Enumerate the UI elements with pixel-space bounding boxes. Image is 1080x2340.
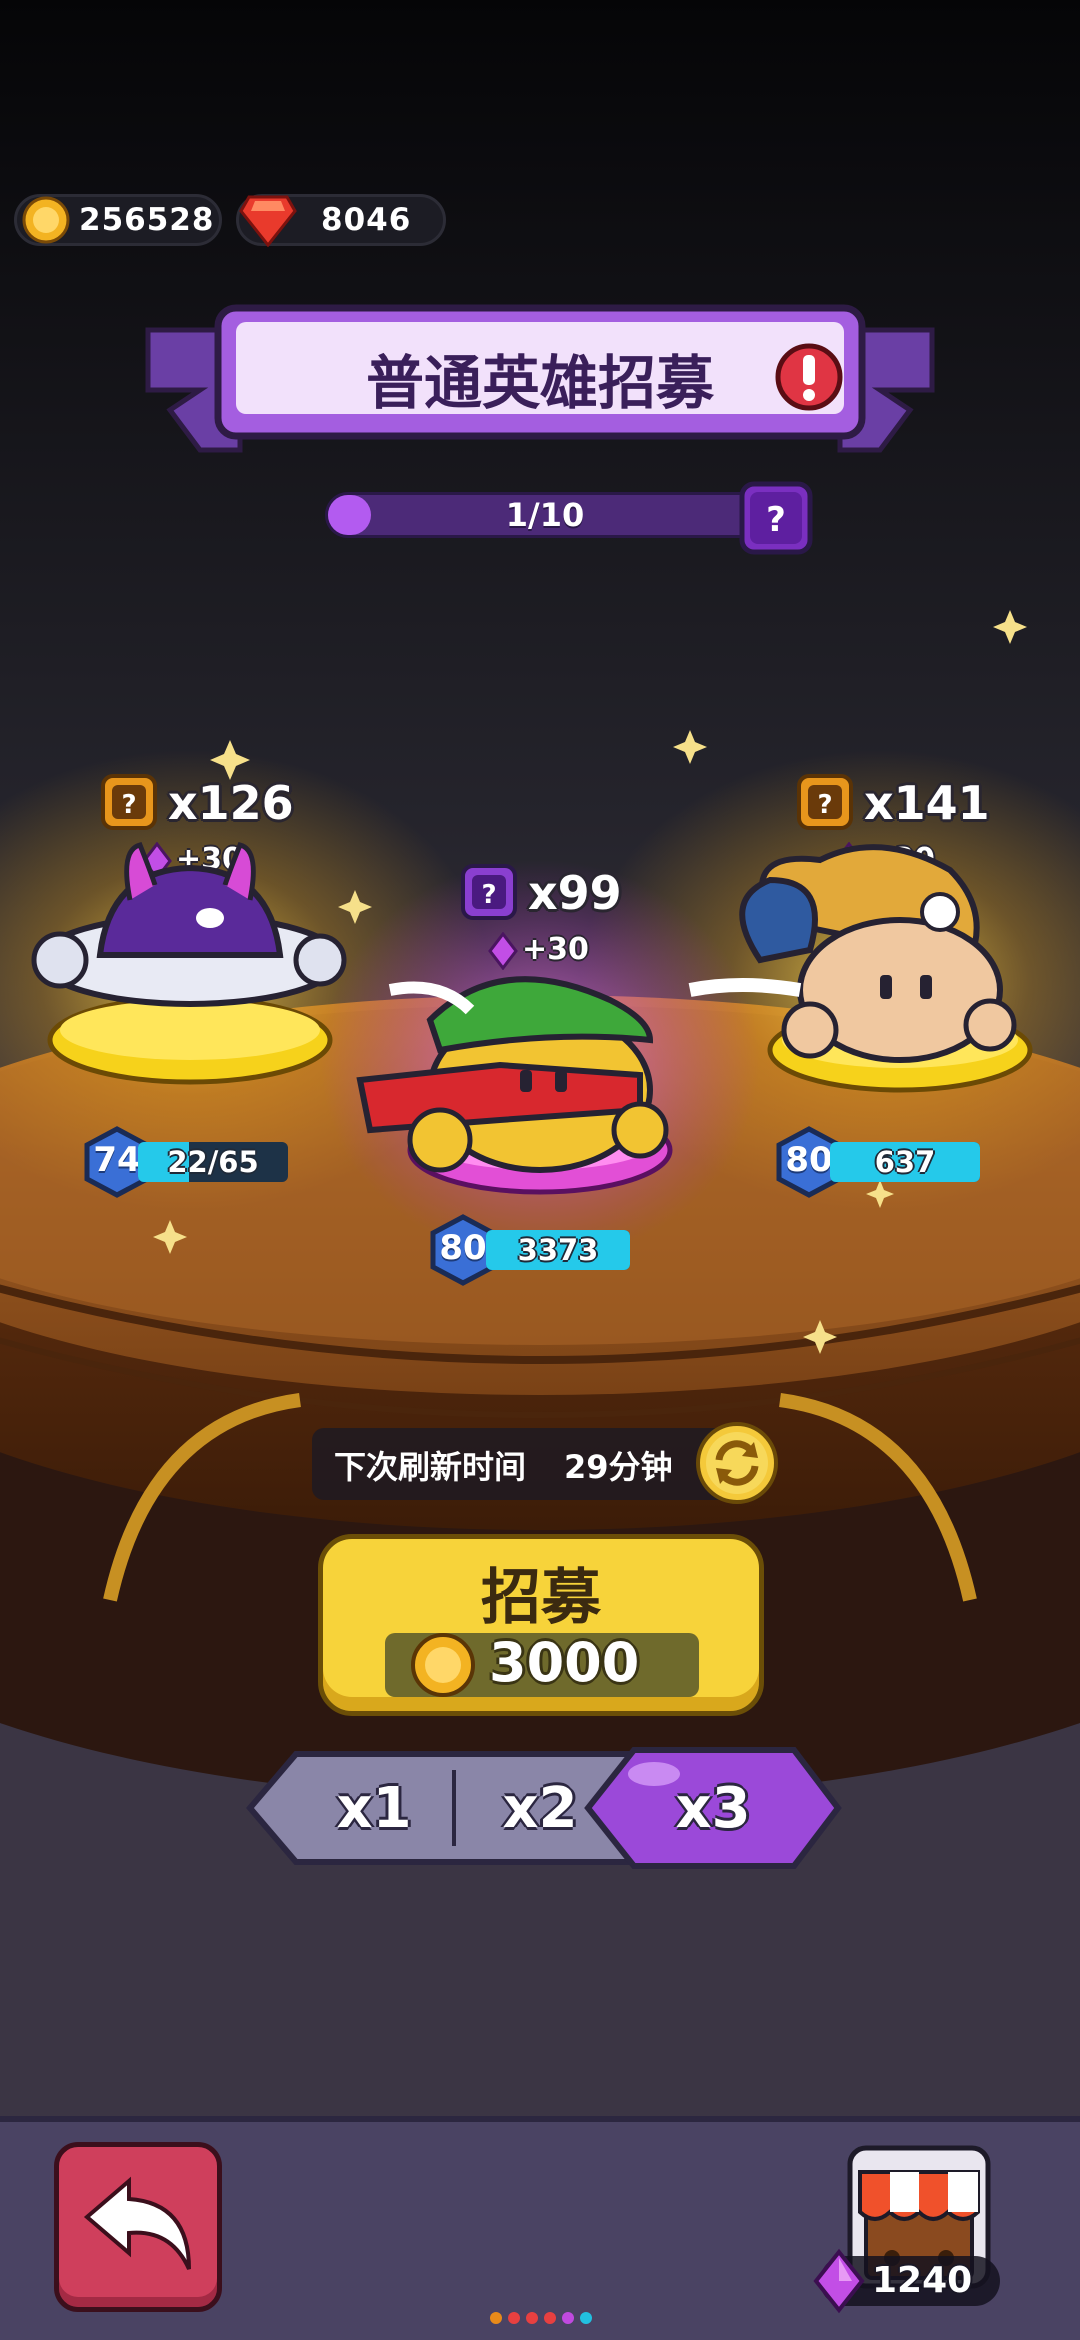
coin-icon	[22, 196, 70, 244]
ruby-icon	[239, 195, 297, 247]
page-dot	[562, 2312, 574, 2324]
ufo-hero-sprite	[31, 842, 347, 1085]
multiplier-label: x1	[336, 1776, 412, 1841]
exclamation-icon[interactable]	[774, 342, 844, 412]
hero-shards: 22/65	[167, 1145, 259, 1179]
robin-hero-sprite	[356, 976, 673, 1195]
hero-hint-icon: ?	[461, 864, 517, 920]
back-arrow-icon	[83, 2176, 191, 2270]
hero-slot-1[interactable]: ? x126 +30 74 22/65	[20, 770, 350, 1210]
hero-count: x126	[168, 776, 294, 830]
recruit-banner: 普通英雄招募	[140, 300, 940, 470]
gem-amount: 1240	[872, 2260, 973, 2301]
hero-slot-2[interactable]: ? x99 +30 80 3373	[350, 860, 710, 1300]
ruby-counter[interactable]: 8046	[236, 194, 446, 247]
hero-hint-icon: ?	[101, 774, 157, 830]
hero-count: x99	[528, 866, 622, 920]
coin-amount: 256528	[79, 202, 215, 238]
refresh-label: 下次刷新时间	[334, 1448, 527, 1486]
page-indicator	[490, 2310, 592, 2326]
refresh-time: 29分钟	[564, 1448, 673, 1486]
hero-count: x141	[864, 776, 990, 830]
multiplier-option-3-selected[interactable]: x3	[582, 1746, 844, 1870]
recruit-label: 招募	[481, 1563, 601, 1633]
hero-shard-bar: 637	[830, 1142, 980, 1182]
page-dot	[508, 2312, 520, 2324]
recruit-progress: 1/10	[325, 492, 765, 542]
hero-hint-icon: ?	[797, 774, 853, 830]
page-dot	[580, 2312, 592, 2324]
recruit-cost: 3000	[489, 1631, 640, 1694]
hero-slot-3[interactable]: ? x141 +30 80 637	[688, 770, 1060, 1210]
recruit-cost-box: 3000	[385, 1631, 699, 1697]
refresh-timer: 下次刷新时间 29分钟	[312, 1428, 732, 1500]
multiplier-label: x3	[675, 1776, 751, 1841]
multiplier-option-2[interactable]: x2	[470, 1754, 590, 1862]
question-icon[interactable]: ?	[738, 480, 814, 556]
purple-gem-icon	[813, 2248, 865, 2314]
page-dot	[544, 2312, 556, 2324]
svg-text:?: ?	[817, 790, 832, 820]
gem-counter: 1240	[813, 2248, 1000, 2314]
refresh-icon[interactable]	[694, 1420, 780, 1506]
coin-icon	[411, 1633, 475, 1697]
pharaoh-hero-sprite	[688, 844, 1033, 1093]
hero-shards: 637	[874, 1145, 936, 1179]
recruit-button[interactable]: 招募 3000	[318, 1534, 764, 1716]
multiplier-selector: x1 x2 x3	[244, 1746, 844, 1870]
multiplier-option-1[interactable]: x1	[304, 1754, 444, 1862]
progress-text: 1/10	[505, 496, 585, 534]
page-dot	[526, 2312, 538, 2324]
hero-shards: 3373	[517, 1233, 599, 1267]
svg-text:?: ?	[121, 790, 136, 820]
back-button[interactable]	[54, 2142, 222, 2312]
svg-text:?: ?	[481, 880, 496, 910]
hero-shard-bar: 3373	[486, 1230, 630, 1270]
hero-shard-bar: 22/65	[138, 1142, 288, 1182]
svg-text:?: ?	[766, 500, 786, 540]
coin-counter[interactable]: 256528	[14, 194, 222, 246]
ruby-amount: 8046	[321, 202, 412, 238]
page-dot	[490, 2312, 502, 2324]
